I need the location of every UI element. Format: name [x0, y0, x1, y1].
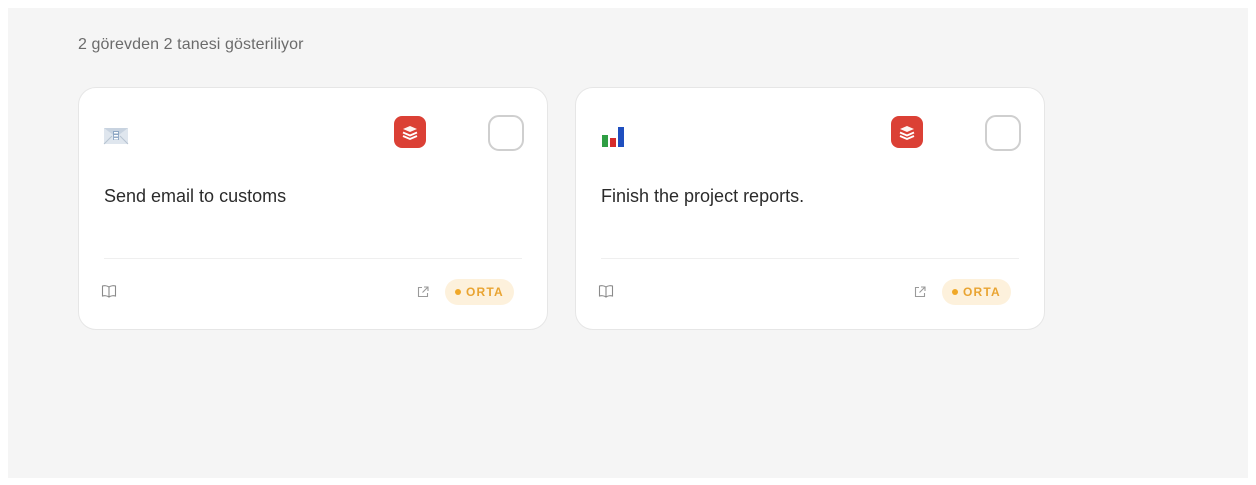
priority-dot	[455, 289, 461, 295]
task-complete-checkbox[interactable]	[488, 115, 524, 151]
envelope-icon	[103, 128, 129, 145]
priority-badge: ORTA	[942, 279, 1011, 305]
priority-badge: ORTA	[445, 279, 514, 305]
priority-dot	[952, 289, 958, 295]
tasks-panel: 2 görevden 2 tanesi gösteriliyor Send em…	[8, 8, 1248, 478]
external-link-icon[interactable]	[913, 285, 927, 299]
bar-chart-icon	[602, 127, 624, 147]
task-count-summary: 2 görevden 2 tanesi gösteriliyor	[78, 36, 304, 53]
task-title: Finish the project reports.	[601, 186, 805, 206]
task-card[interactable]: Send email to customs ORTA	[78, 87, 548, 330]
todoist-icon	[394, 116, 426, 148]
external-link-icon[interactable]	[416, 285, 430, 299]
book-icon	[101, 285, 117, 298]
priority-label: ORTA	[466, 285, 504, 299]
task-title: Send email to customs	[104, 186, 287, 206]
card-divider	[104, 258, 522, 259]
book-icon	[598, 285, 614, 298]
card-divider	[601, 258, 1019, 259]
todoist-icon	[891, 116, 923, 148]
priority-label: ORTA	[963, 285, 1001, 299]
task-card[interactable]: Finish the project reports. ORTA	[575, 87, 1045, 330]
task-complete-checkbox[interactable]	[985, 115, 1021, 151]
